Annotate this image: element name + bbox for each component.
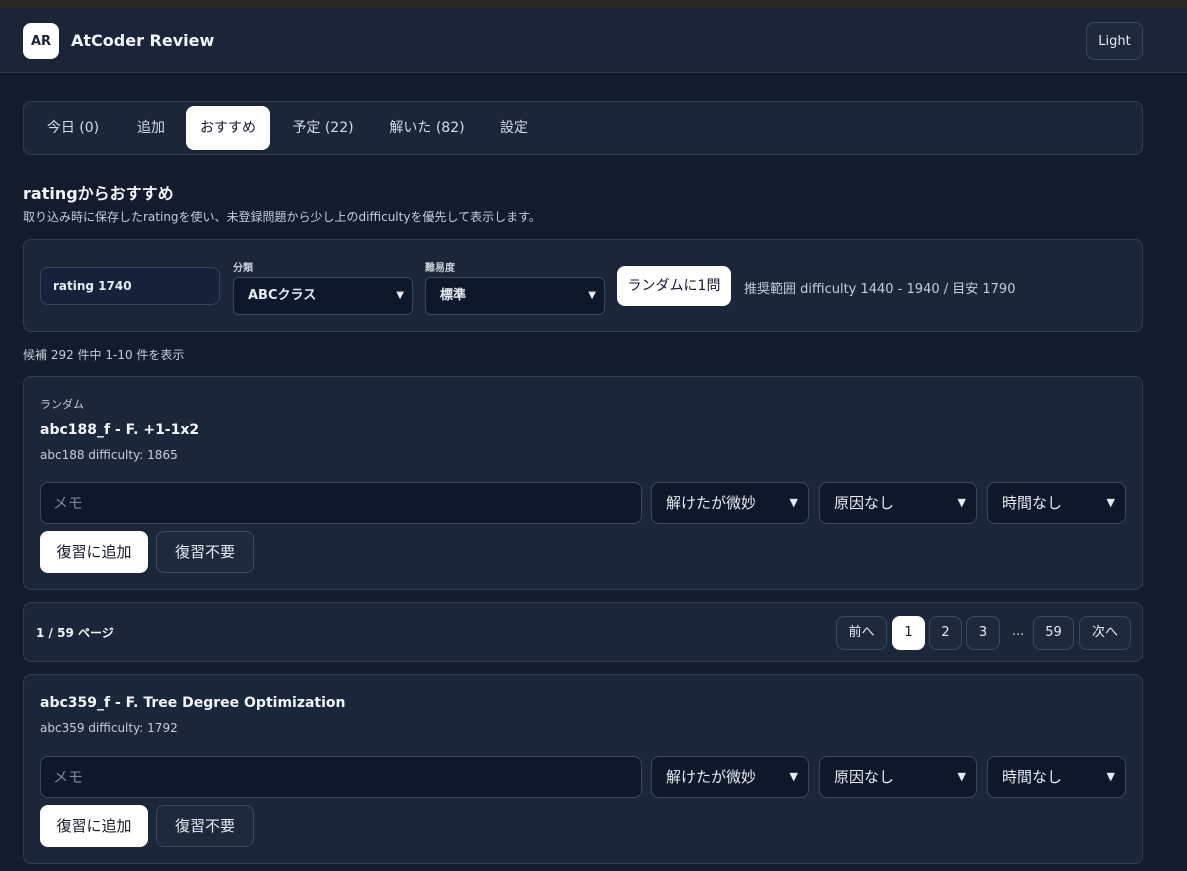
page-button-1[interactable]: 1 [892, 616, 925, 650]
tab-recommend[interactable]: おすすめ [186, 106, 270, 150]
memo-input[interactable]: メモ [40, 482, 642, 524]
page-button-2[interactable]: 2 [929, 616, 962, 650]
recommended-range-text: 推奨範囲 difficulty 1440 - 1940 / 目安 1790 [744, 282, 1016, 297]
random-problem-card: ランダム abc188_f - F. +1-1x2 abc188 difficu… [23, 376, 1143, 590]
solved-status-select[interactable]: 解けたが微妙 ▼ [651, 756, 809, 798]
window-top-strip [0, 0, 1187, 9]
tab-solved[interactable]: 解いた (82) [376, 106, 478, 150]
problem-meta: abc359 difficulty: 1792 [40, 721, 178, 735]
section-title: ratingからおすすめ [23, 184, 174, 203]
category-select[interactable]: ABCクラス ▼ [233, 277, 413, 315]
solved-status-value: 解けたが微妙 [666, 768, 757, 786]
chevron-down-icon: ▼ [588, 290, 596, 301]
chevron-down-icon: ▼ [789, 770, 798, 783]
problem-meta: abc188 difficulty: 1865 [40, 448, 178, 462]
tab-bar: 今日 (0) 追加 おすすめ 予定 (22) 解いた (82) 設定 [23, 101, 1143, 155]
rating-display: rating 1740 [40, 267, 220, 305]
random-tag: ランダム [40, 398, 84, 411]
filter-panel: rating 1740 分類 ABCクラス ▼ 難易度 標準 ▼ ランダムに1問… [23, 239, 1143, 332]
solved-status-value: 解けたが微妙 [666, 494, 757, 512]
memo-input[interactable]: メモ [40, 756, 642, 798]
time-value: 時間なし [1002, 768, 1063, 786]
page-info: 1 / 59 ページ [36, 626, 114, 640]
page-button-3[interactable]: 3 [966, 616, 1000, 650]
app-logo: AR [23, 23, 59, 59]
cause-select[interactable]: 原因なし ▼ [819, 482, 977, 524]
problem-card: abc359_f - F. Tree Degree Optimization a… [23, 674, 1143, 864]
chevron-down-icon: ▼ [957, 770, 966, 783]
next-page-button[interactable]: 次へ [1079, 616, 1131, 650]
page-button-last[interactable]: 59 [1033, 616, 1074, 650]
cause-select[interactable]: 原因なし ▼ [819, 756, 977, 798]
tab-today[interactable]: 今日 (0) [32, 106, 114, 150]
random-problem-button[interactable]: ランダムに1問 [617, 266, 731, 306]
chevron-down-icon: ▼ [957, 496, 966, 509]
difficulty-label: 難易度 [425, 263, 455, 274]
candidate-count-text: 候補 292 件中 1-10 件を表示 [23, 348, 185, 362]
theme-toggle-button[interactable]: Light [1086, 22, 1143, 60]
category-label: 分類 [233, 263, 253, 274]
chevron-down-icon: ▼ [1106, 496, 1115, 509]
chevron-down-icon: ▼ [789, 496, 798, 509]
difficulty-select[interactable]: 標準 ▼ [425, 277, 605, 315]
section-description: 取り込み時に保存したratingを使い、未登録問題から少し上のdifficult… [23, 210, 541, 224]
solved-status-select[interactable]: 解けたが微妙 ▼ [651, 482, 809, 524]
problem-title[interactable]: abc188_f - F. +1-1x2 [40, 422, 199, 438]
page-ellipsis: ... [1012, 624, 1025, 639]
tab-settings[interactable]: 設定 [486, 106, 542, 150]
cause-value: 原因なし [834, 768, 895, 786]
add-to-review-button[interactable]: 復習に追加 [40, 531, 148, 573]
tab-add[interactable]: 追加 [122, 106, 180, 150]
chevron-down-icon: ▼ [396, 290, 404, 301]
no-review-button[interactable]: 復習不要 [156, 805, 254, 847]
add-to-review-button[interactable]: 復習に追加 [40, 805, 148, 847]
time-select[interactable]: 時間なし ▼ [987, 756, 1126, 798]
chevron-down-icon: ▼ [1106, 770, 1115, 783]
time-value: 時間なし [1002, 494, 1063, 512]
no-review-button[interactable]: 復習不要 [156, 531, 254, 573]
cause-value: 原因なし [834, 494, 895, 512]
tab-scheduled[interactable]: 予定 (22) [280, 106, 366, 150]
difficulty-select-value: 標準 [440, 288, 467, 303]
app-title: AtCoder Review [71, 31, 215, 50]
category-select-value: ABCクラス [248, 288, 317, 303]
app-header: AR AtCoder Review Light [0, 9, 1187, 73]
pagination-bar: 1 / 59 ページ 前へ 1 2 3 ... 59 次へ [23, 602, 1143, 662]
prev-page-button[interactable]: 前へ [836, 616, 887, 650]
problem-title[interactable]: abc359_f - F. Tree Degree Optimization [40, 695, 346, 711]
time-select[interactable]: 時間なし ▼ [987, 482, 1126, 524]
